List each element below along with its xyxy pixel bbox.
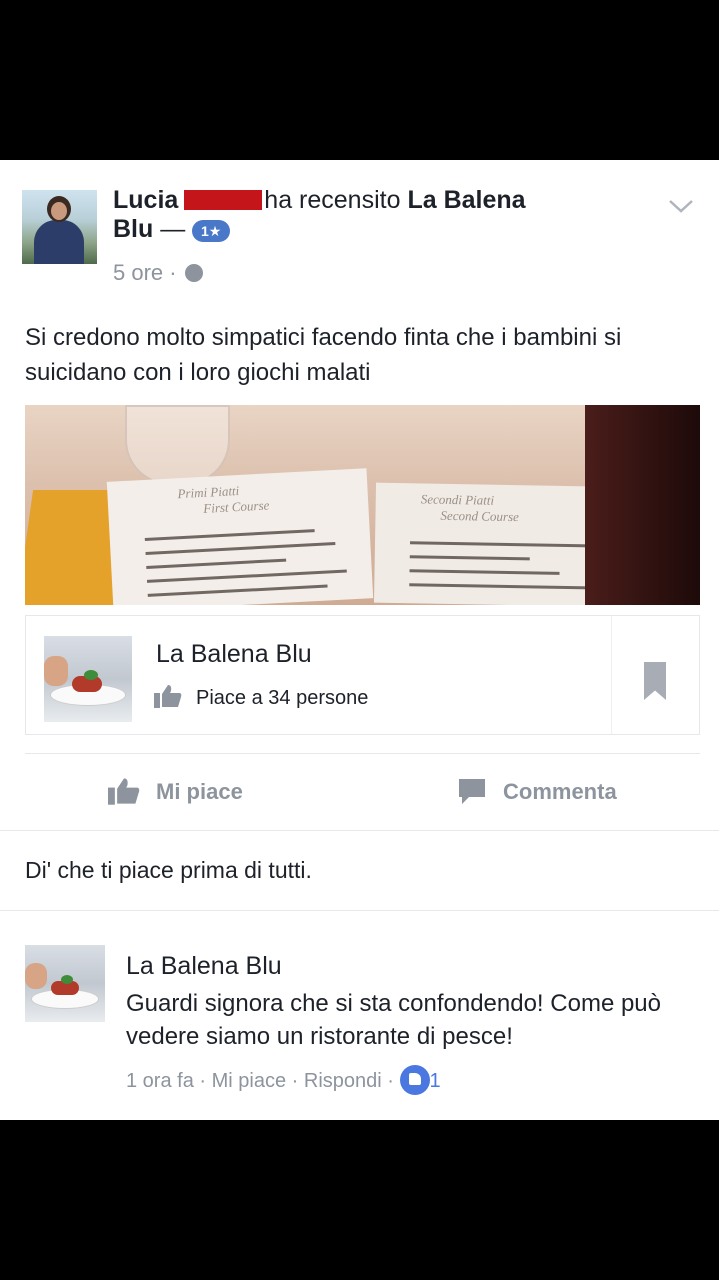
globe-icon <box>184 264 203 282</box>
dash: — <box>160 215 186 243</box>
wine-bottle <box>585 405 700 605</box>
meta-separator: · <box>169 260 177 285</box>
comment-reply-link[interactable]: Rispondi <box>304 1070 382 1092</box>
divider <box>0 910 719 911</box>
redaction-bar <box>184 190 263 210</box>
page-attachment[interactable]: La Balena Blu Piace a 34 persone <box>25 615 700 735</box>
thumbs-up-icon <box>108 778 140 805</box>
post-card: Lucia ha recensito La Balena Blu — 1★ 5 or… <box>0 160 719 1120</box>
author-line: Lucia ha recensito La Balena Blu — 1★ <box>113 186 643 244</box>
save-button[interactable] <box>611 616 699 734</box>
wine-glass <box>125 405 230 485</box>
comment-button[interactable]: Commenta <box>457 777 617 805</box>
comment-text: Guardi signora che si sta confondendo! C… <box>126 990 661 1050</box>
like-button[interactable]: Mi piace <box>108 777 243 805</box>
commenter-avatar[interactable] <box>25 945 105 1022</box>
rating-badge: 1★ <box>192 220 231 242</box>
post-time[interactable]: 5 ore <box>113 260 163 285</box>
comment-bubble-icon <box>459 779 485 804</box>
like-badge-icon[interactable] <box>399 1065 430 1095</box>
thumbs-up-icon <box>154 685 182 708</box>
page-name[interactable]: La Balena Blu <box>156 640 312 669</box>
menu-left: Primi Piatti First Course <box>106 468 374 605</box>
bookmark-icon <box>644 662 666 700</box>
comment-meta: 1 ora fa · Mi piace · Rispondi · 1 <box>126 1065 441 1095</box>
divider <box>25 753 700 754</box>
page-likes: Piace a 34 persone <box>154 684 368 710</box>
review-action: ha recensito <box>264 186 401 214</box>
author-avatar[interactable] <box>22 190 97 264</box>
first-like-prompt: Di' che ti piace prima di tutti. <box>25 857 312 883</box>
comment-like-link[interactable]: Mi piace <box>212 1070 286 1092</box>
comment-author[interactable]: La Balena Blu <box>126 952 282 981</box>
post-header: Lucia ha recensito La Balena Blu — 1★ 5 or… <box>22 186 702 286</box>
chevron-down-icon[interactable] <box>668 194 694 220</box>
page-thumbnail <box>44 636 132 722</box>
divider <box>0 830 719 831</box>
comment-time[interactable]: 1 ora fa <box>126 1070 194 1092</box>
post-meta: 5 ore · <box>113 260 203 286</box>
post-photo[interactable]: Primi Piatti First Course Secondi Piatti… <box>25 405 700 605</box>
author-name[interactable]: Lucia <box>113 186 178 214</box>
post-text: Si credono molto simpatici facendo finta… <box>25 324 622 386</box>
comment-like-count: 1 <box>429 1070 441 1092</box>
